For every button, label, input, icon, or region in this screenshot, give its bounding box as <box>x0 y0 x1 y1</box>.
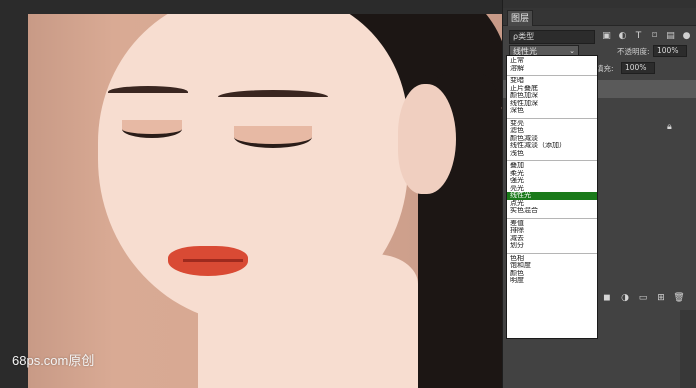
blend-menu-item[interactable]: 颜色减淡 <box>507 135 597 143</box>
blend-menu-item[interactable]: 减去 <box>507 235 597 243</box>
text-filter-icon[interactable]: T <box>633 31 644 42</box>
blend-menu-group: 色相 饱和度 颜色 明度 <box>507 254 597 288</box>
blend-menu-item[interactable]: 排除 <box>507 227 597 235</box>
image-filter-icon[interactable]: ▣ <box>601 31 612 42</box>
blend-menu-item[interactable]: 差值 <box>507 220 597 228</box>
opacity-label: 不透明度: <box>617 47 650 56</box>
portrait-photo <box>28 14 502 388</box>
blend-menu-item[interactable]: 饱和度 <box>507 262 597 270</box>
blend-menu-item[interactable]: 线性加深 <box>507 100 597 108</box>
layer-filter-select[interactable]: ρ类型 <box>509 30 595 44</box>
blend-menu-group: 差值 排除 减去 划分 <box>507 219 597 254</box>
panel-tab-bar: 图层 <box>503 8 696 26</box>
blend-menu-item[interactable]: 滤色 <box>507 127 597 135</box>
side-dock-strip <box>680 310 696 388</box>
blend-menu-group: 变暗 正片叠底 颜色加深 线性加深 深色 <box>507 76 597 119</box>
panel-header-strip <box>503 0 696 8</box>
tab-layers[interactable]: 图层 <box>507 10 533 26</box>
new-layer-icon[interactable]: ⊞ <box>655 292 667 304</box>
blend-menu-item[interactable]: 正片叠底 <box>507 85 597 93</box>
document-canvas[interactable]: 68ps.com原创 <box>0 0 502 388</box>
fill-label: 填充: <box>596 64 614 73</box>
opacity-input[interactable]: 100% <box>653 45 687 57</box>
blend-menu-item[interactable]: 色相 <box>507 255 597 263</box>
blend-menu-item[interactable]: 颜色 <box>507 270 597 278</box>
new-group-icon[interactable]: ▭ <box>637 292 649 304</box>
adjustment-filter-icon[interactable]: ◐ <box>617 31 628 42</box>
adjustment-layer-icon[interactable]: ◑ <box>619 292 631 304</box>
layer-mask-icon[interactable]: ◼ <box>601 292 613 304</box>
blend-mode-menu: 正常 溶解 变暗 正片叠底 颜色加深 线性加深 深色 变亮 滤色 颜色减淡 线性减淡（添加） 浅色 叠加… <box>506 55 598 339</box>
blend-menu-item[interactable]: 溶解 <box>507 65 597 73</box>
watermark-text: 68ps.com原创 <box>12 353 95 368</box>
blend-menu-item[interactable]: 明度 <box>507 277 597 285</box>
blend-menu-group: 正常 溶解 <box>507 56 597 76</box>
blend-menu-item[interactable]: 强光 <box>507 177 597 185</box>
smart-object-filter-icon[interactable]: ▤ <box>665 31 676 42</box>
blend-menu-item[interactable]: 深色 <box>507 107 597 115</box>
blend-menu-item[interactable]: 颜色加深 <box>507 92 597 100</box>
filter-toggle-icon[interactable]: ● <box>681 31 692 42</box>
blend-menu-group: 叠加 柔光 强光 亮光 线性光 点光 实色混合 <box>507 161 597 219</box>
shape-filter-icon[interactable]: ⌑ <box>649 31 660 42</box>
blend-menu-item[interactable]: 变暗 <box>507 77 597 85</box>
blend-menu-item[interactable]: 变亮 <box>507 120 597 128</box>
blend-menu-item[interactable]: 亮光 <box>507 185 597 193</box>
fill-input[interactable]: 100% <box>621 62 655 74</box>
blend-menu-item[interactable]: 点光 <box>507 200 597 208</box>
blend-menu-item[interactable]: 柔光 <box>507 170 597 178</box>
blend-menu-group: 变亮 滤色 颜色减淡 线性减淡（添加） 浅色 <box>507 119 597 161</box>
blend-menu-item[interactable]: 划分 <box>507 242 597 250</box>
blend-menu-item[interactable]: 线性减淡（添加） <box>507 142 597 150</box>
panel-bottom-toolbar: ◼ ◑ ▭ ⊞ 🗑︎ <box>597 292 696 306</box>
blend-menu-item[interactable]: 叠加 <box>507 162 597 170</box>
lock-icon: 🔒︎ <box>667 122 672 132</box>
delete-layer-icon[interactable]: 🗑︎ <box>673 292 685 304</box>
blend-menu-item[interactable]: 线性光 <box>507 192 597 200</box>
blend-menu-item[interactable]: 实色混合 <box>507 207 597 215</box>
blend-menu-item[interactable]: 浅色 <box>507 150 597 158</box>
blend-menu-item[interactable]: 正常 <box>507 57 597 65</box>
